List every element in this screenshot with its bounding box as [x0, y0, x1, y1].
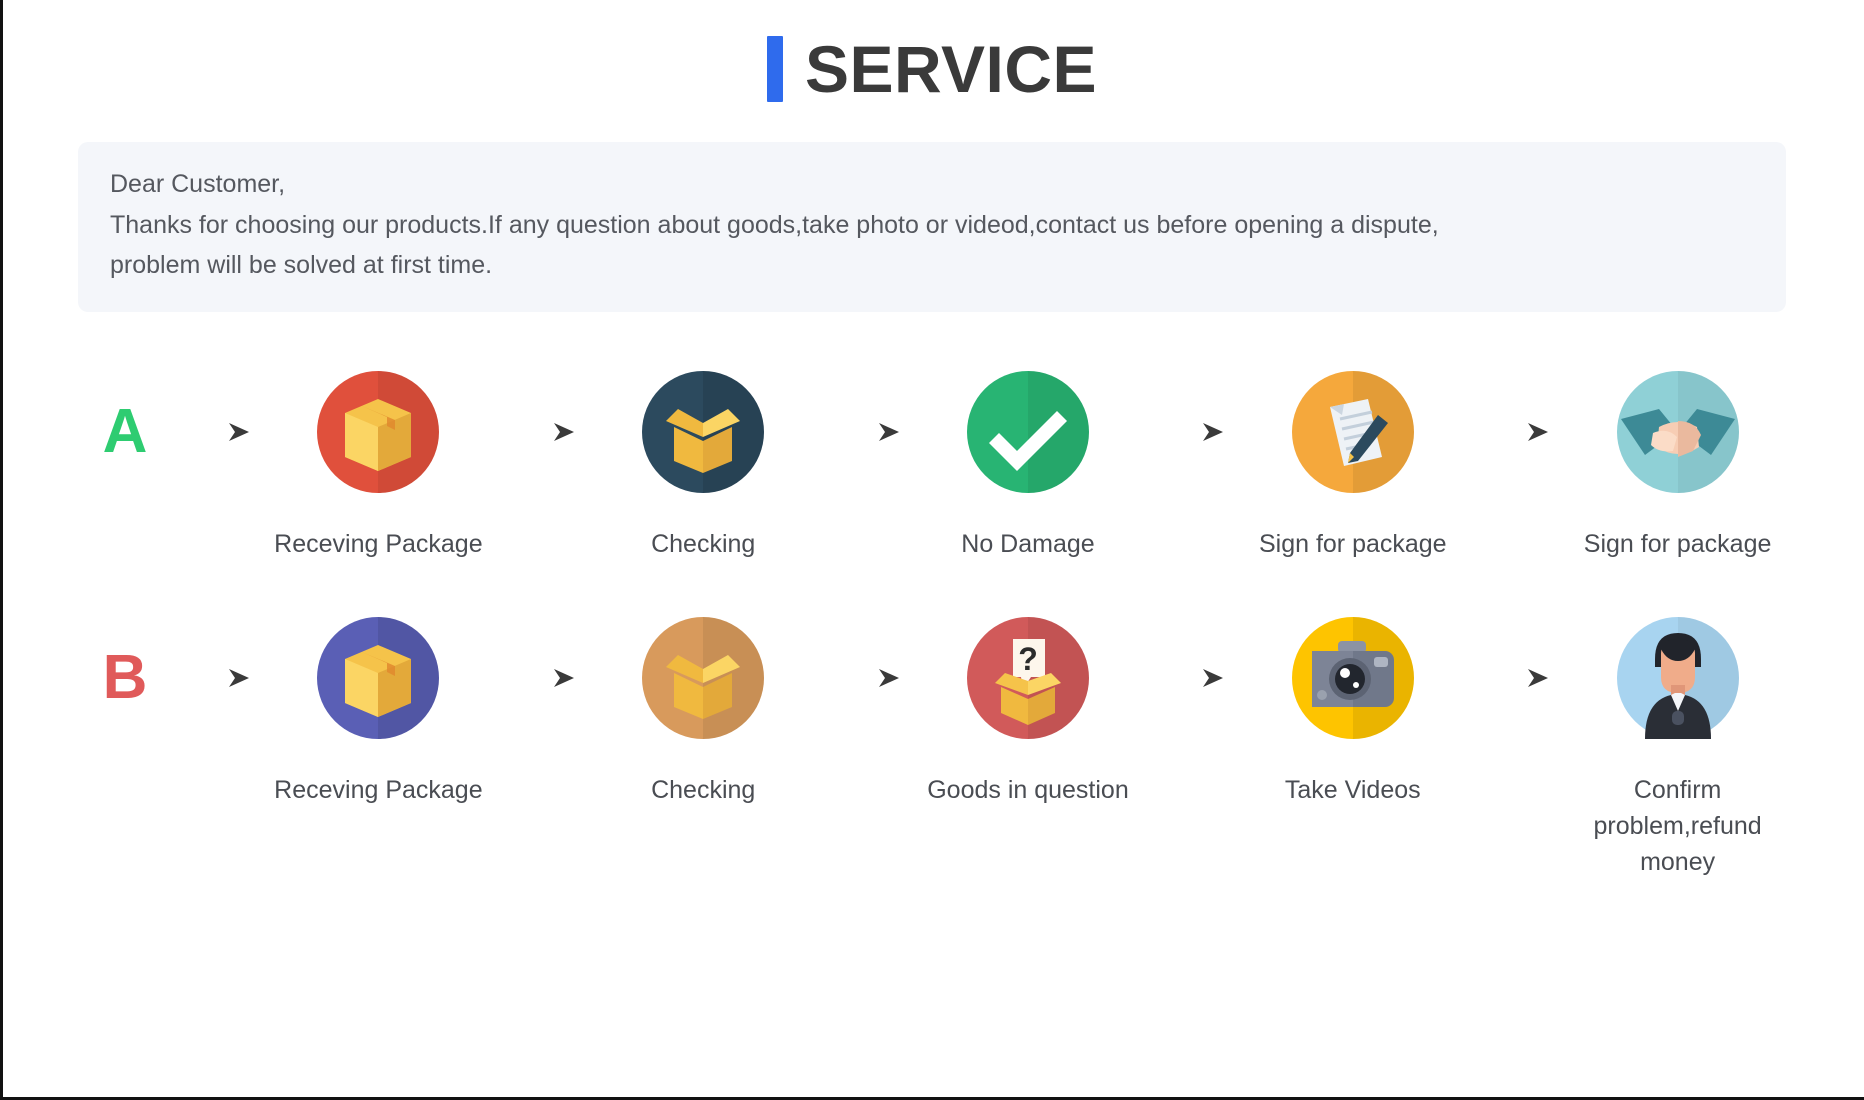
- notice-line-1: Dear Customer,: [110, 170, 286, 198]
- package-box-icon: [317, 370, 440, 493]
- page-title-text: SERVICE: [804, 32, 1098, 106]
- notice-line-3: problem will be solved at first time.: [110, 251, 493, 279]
- step-b-5[interactable]: Confirm problem,refund money: [1561, 602, 1794, 881]
- document-pen-icon: [1291, 370, 1414, 493]
- right-arrow-icon: [1480, 422, 1549, 441]
- flow-letter-a-text: A: [102, 396, 148, 466]
- open-box-icon: [642, 616, 765, 739]
- right-arrow-icon: [1155, 668, 1224, 687]
- arrow-a-4: [1469, 356, 1561, 508]
- svg-text:?: ?: [1018, 641, 1038, 677]
- step-a-5[interactable]: Sign for package: [1561, 356, 1794, 562]
- step-a-1-label: Receving Package: [274, 529, 483, 558]
- handshake-icon: [1616, 370, 1739, 493]
- step-a-3-icon-slot: [965, 356, 1091, 508]
- check-mark-icon: [966, 370, 1089, 493]
- arrow-b-3: [1144, 602, 1236, 754]
- title-accent-bar: [766, 36, 783, 102]
- step-b-3[interactable]: ? Goods in question: [912, 602, 1145, 808]
- right-arrow-icon: [505, 668, 574, 687]
- page-title: SERVICE: [0, 0, 1864, 102]
- right-arrow-icon: [505, 422, 574, 441]
- step-b-5-icon-slot: [1615, 602, 1741, 754]
- step-a-4[interactable]: Sign for package: [1236, 356, 1469, 562]
- notice-line-2: Thanks for choosing our products.If any …: [110, 210, 1439, 239]
- step-a-4-icon-slot: [1290, 356, 1416, 508]
- step-a-1-icon-slot: [315, 356, 441, 508]
- question-box-icon: ?: [966, 616, 1089, 739]
- step-b-1[interactable]: Receving Package: [262, 602, 495, 808]
- arrow-a-2: [820, 356, 912, 508]
- step-b-3-label: Goods in question: [927, 775, 1129, 804]
- step-b-4-label: Take Videos: [1284, 775, 1421, 804]
- flow-letter-a: A: [80, 356, 170, 508]
- step-a-5-icon-slot: [1615, 356, 1741, 508]
- support-agent-icon: [1616, 616, 1739, 739]
- package-box-icon: [317, 616, 440, 739]
- step-a-2-icon-slot: [640, 356, 766, 508]
- step-b-1-icon-slot: [315, 602, 441, 754]
- step-a-2[interactable]: Checking: [587, 356, 820, 562]
- right-arrow-icon: [1155, 422, 1224, 441]
- arrow-a-0: [170, 356, 262, 508]
- right-arrow-icon: [1480, 668, 1549, 687]
- arrow-b-4: [1469, 602, 1561, 754]
- arrow-a-3: [1144, 356, 1236, 508]
- step-b-3-icon-slot: ?: [965, 602, 1091, 754]
- step-b-4-icon-slot: [1290, 602, 1416, 754]
- right-arrow-icon: [830, 422, 899, 441]
- arrow-a-1: [495, 356, 587, 508]
- arrow-b-0: [170, 602, 262, 754]
- camera-icon: [1291, 616, 1414, 739]
- right-arrow-icon: [181, 422, 249, 441]
- flow-row-a: A Receving Package Checking No Damage Si…: [0, 356, 1864, 562]
- step-b-4[interactable]: Take Videos: [1236, 602, 1469, 808]
- step-b-2[interactable]: Checking: [587, 602, 820, 808]
- right-arrow-icon: [830, 668, 899, 687]
- flow-row-b: B Receving Package Checking ? Goods in q…: [0, 602, 1864, 881]
- step-a-3[interactable]: No Damage: [912, 356, 1145, 562]
- open-box-icon: [642, 370, 765, 493]
- step-a-3-label: No Damage: [961, 529, 1095, 558]
- step-b-2-icon-slot: [640, 602, 766, 754]
- customer-notice-box: Dear Customer, Thanks for choosing our p…: [78, 142, 1786, 312]
- step-b-2-label: Checking: [651, 775, 756, 804]
- step-a-4-label: Sign for package: [1258, 529, 1447, 558]
- right-arrow-icon: [181, 668, 249, 687]
- arrow-b-2: [820, 602, 912, 754]
- flow-letter-b: B: [80, 602, 170, 754]
- step-a-1[interactable]: Receving Package: [262, 356, 495, 562]
- process-flows: A Receving Package Checking No Damage Si…: [0, 356, 1864, 881]
- step-a-5-label: Sign for package: [1583, 529, 1772, 558]
- flow-letter-b-text: B: [102, 642, 148, 712]
- step-a-2-label: Checking: [651, 529, 756, 558]
- step-b-1-label: Receving Package: [274, 775, 483, 804]
- arrow-b-1: [495, 602, 587, 754]
- service-page: SERVICE Dear Customer, Thanks for choosi…: [0, 0, 1864, 1100]
- step-b-5-label: Confirm problem,refund money: [1593, 775, 1762, 877]
